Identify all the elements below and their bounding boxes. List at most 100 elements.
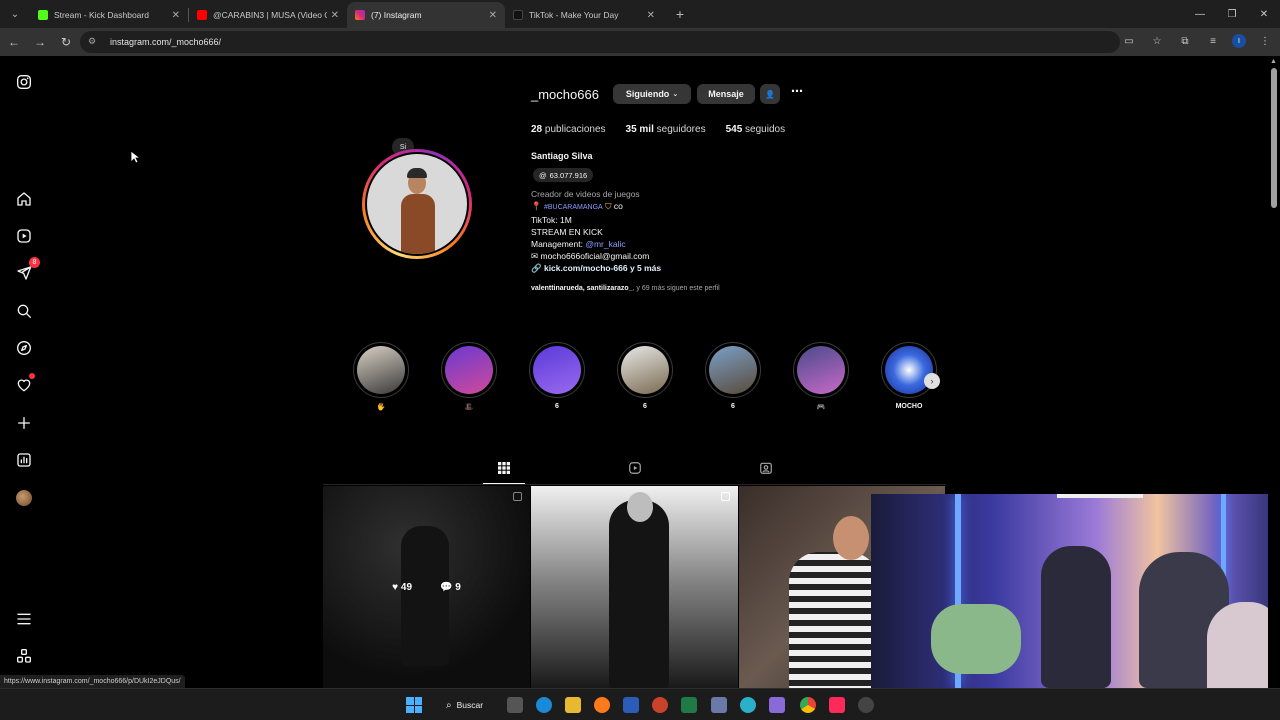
file-explorer-icon[interactable] — [565, 697, 581, 713]
forward-icon[interactable]: → — [28, 30, 52, 54]
close-window-icon[interactable]: ✕ — [1248, 9, 1280, 20]
edge-icon[interactable] — [536, 697, 552, 713]
highlight-cover — [445, 346, 493, 394]
app-icon[interactable] — [711, 697, 727, 713]
bio-link[interactable]: kick.com/mocho-666 y 5 más — [544, 263, 661, 273]
also-from-meta-icon[interactable] — [14, 646, 34, 666]
powerpoint-icon[interactable] — [652, 697, 668, 713]
grid-icon — [498, 462, 510, 474]
story-highlight[interactable]: 🖐 — [353, 342, 409, 411]
close-icon[interactable]: ✕ — [647, 10, 655, 21]
followed-by-text[interactable]: valenttinarueda, santilizarazo_, y 69 má… — [531, 285, 720, 292]
browser-menu-icon[interactable]: ⋮ — [1256, 32, 1274, 50]
browser-tab-tiktok[interactable]: TikTok - Make Your Day ✕ — [505, 2, 663, 28]
story-highlight[interactable]: 6 — [705, 342, 761, 410]
minimize-icon[interactable]: — — [1184, 9, 1216, 20]
close-icon[interactable]: ✕ — [489, 10, 497, 21]
more-options-icon[interactable]: ⋯ — [789, 85, 805, 102]
bookmark-star-icon[interactable]: ☆ — [1148, 32, 1166, 50]
windows-start-icon[interactable] — [406, 697, 422, 713]
bio-stream: STREAM EN KICK — [531, 227, 603, 237]
story-highlight[interactable]: 🎮 — [793, 342, 849, 411]
bio-hashtag[interactable]: #BUCARAMANGA — [544, 204, 603, 211]
instagram-logo-icon[interactable] — [14, 72, 34, 92]
tab-reels[interactable] — [627, 460, 643, 476]
following-button[interactable]: Siguiendo ⌄ — [613, 84, 691, 104]
task-view-icon[interactable] — [507, 697, 523, 713]
app-c-icon[interactable] — [740, 697, 756, 713]
post-comments-count: 9 — [455, 581, 461, 593]
bio-management-mention[interactable]: @mr_kalic — [585, 239, 625, 249]
suggested-accounts-button[interactable]: 👤 — [760, 84, 780, 104]
tiktok-app-icon[interactable] — [829, 697, 845, 713]
browser-profile-avatar[interactable]: I — [1232, 34, 1246, 48]
back-icon[interactable]: ← — [2, 30, 26, 54]
bio-category: Creador de videos de juegos — [531, 189, 640, 199]
site-info-icon[interactable]: ⚙ — [88, 36, 100, 48]
extensions-icon[interactable]: ⧉ — [1176, 32, 1194, 50]
webcam-overlay — [871, 494, 1280, 688]
explore-icon[interactable] — [14, 338, 34, 358]
tab-search-button[interactable]: ⌄ — [4, 3, 26, 25]
message-button[interactable]: Mensaje — [697, 84, 755, 104]
profile-picture-story-ring[interactable] — [362, 149, 472, 259]
create-icon[interactable] — [14, 413, 34, 433]
tab-posts[interactable] — [496, 460, 512, 476]
scrollbar-thumb[interactable] — [1271, 68, 1277, 208]
messages-icon[interactable]: 8 — [14, 257, 40, 283]
excel-icon[interactable] — [681, 697, 697, 713]
highlight-ring — [881, 342, 937, 398]
comment-icon: 💬 — [440, 581, 453, 593]
threads-badge[interactable]: @ 63.077.916 — [533, 168, 594, 182]
scroll-up-icon[interactable]: ▲ — [1270, 58, 1277, 65]
tab-tagged[interactable] — [758, 460, 774, 476]
following-stat[interactable]: 545 seguidos — [726, 124, 786, 135]
browser-tab-instagram[interactable]: (7) Instagram ✕ — [347, 2, 505, 28]
chevron-right-icon[interactable]: › — [924, 373, 940, 389]
chrome-icon[interactable] — [800, 697, 816, 713]
highlight-label: 6 — [643, 403, 647, 410]
media-icon[interactable]: ≡ — [1204, 32, 1222, 50]
highlight-ring — [441, 342, 497, 398]
profile-avatar-icon[interactable] — [14, 488, 34, 508]
location-pin-icon: 📍 — [531, 201, 542, 211]
post-thumbnail[interactable]: ♥ 49 💬 9 — [323, 486, 530, 688]
followers-stat[interactable]: 35 mil seguidores — [626, 124, 706, 135]
page-scrollbar[interactable]: ▲ — [1268, 56, 1280, 688]
address-bar[interactable]: ⚙ instagram.com/_mocho666/ — [80, 31, 1120, 53]
messages-badge: 8 — [29, 257, 40, 268]
browser-tab-kick[interactable]: Stream - Kick Dashboard ✕ — [30, 2, 188, 28]
app-icon[interactable] — [858, 697, 874, 713]
close-icon[interactable]: ✕ — [172, 10, 180, 21]
app-icon[interactable] — [769, 697, 785, 713]
reload-icon[interactable]: ↻ — [54, 30, 78, 54]
cast-icon[interactable]: ▭ — [1120, 32, 1138, 50]
home-icon[interactable] — [14, 189, 34, 209]
new-tab-button[interactable]: + — [669, 3, 691, 25]
close-icon[interactable]: ✕ — [331, 10, 339, 21]
restore-icon[interactable]: ❐ — [1216, 9, 1248, 20]
avatar — [16, 490, 32, 506]
profile-bio: Creador de videos de juegos 📍 #BUCARAMAN… — [531, 188, 661, 274]
dashboard-icon[interactable] — [14, 450, 34, 470]
bio-management-line: Management: @mr_kalic — [531, 238, 661, 250]
post-comments: 💬 9 — [440, 582, 461, 593]
browser-tab-youtube[interactable]: @CARABIN3 | MUSA (Video Oficial) ✕ — [189, 2, 347, 28]
firefox-icon[interactable] — [594, 697, 610, 713]
notifications-icon[interactable] — [14, 373, 35, 395]
story-highlight[interactable]: 6 — [529, 342, 585, 410]
bio-tiktok: TikTok: 1M — [531, 215, 572, 225]
kick-favicon-icon — [38, 10, 48, 20]
story-highlight[interactable]: 6 — [617, 342, 673, 410]
story-highlight[interactable]: 🎩 — [441, 342, 497, 411]
bio-link-line[interactable]: 🔗 kick.com/mocho-666 y 5 más — [531, 262, 661, 274]
post-thumbnail[interactable] — [531, 486, 738, 688]
word-icon[interactable] — [623, 697, 639, 713]
search-icon[interactable] — [14, 301, 34, 321]
add-person-icon: 👤 — [765, 89, 775, 99]
reels-icon[interactable] — [14, 226, 34, 246]
menu-icon[interactable] — [14, 609, 34, 629]
highlight-label: 6 — [731, 403, 735, 410]
taskbar-search[interactable]: ⌕ Buscar — [438, 695, 494, 715]
window-controls: — ❐ ✕ — [1184, 0, 1280, 28]
